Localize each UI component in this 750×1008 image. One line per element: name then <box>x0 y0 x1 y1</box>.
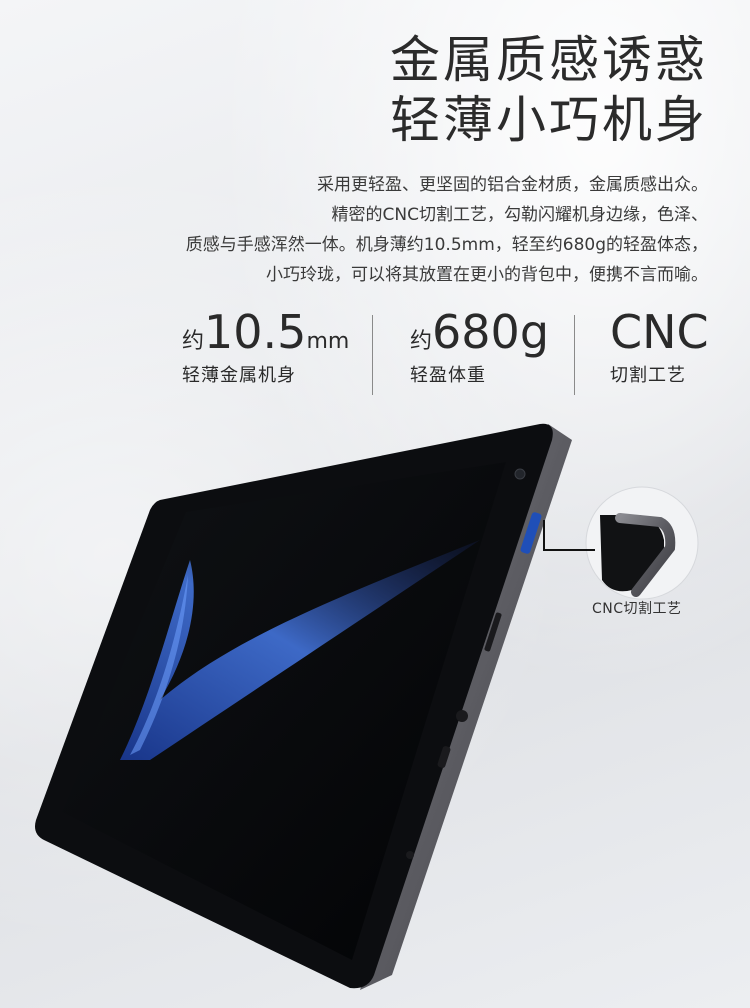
stat-divider <box>372 315 373 395</box>
callout-line <box>543 520 545 551</box>
stat-label: 切割工艺 <box>610 365 686 386</box>
audio-jack-icon <box>456 710 468 722</box>
product-feature-page: 金属质感诱惑 轻薄小巧机身 采用更轻盈、更坚固的铝合金材质，金属质感出众。 精密… <box>0 0 750 1008</box>
stat-thickness: 约10.5mm 轻薄金属机身 <box>182 305 372 395</box>
stat-weight: 约680g 轻盈体重 <box>410 305 580 395</box>
description-line-2: 精密的CNC切割工艺，勾勒闪耀机身边缘，色泽、 <box>331 205 708 225</box>
camera-icon <box>514 468 526 480</box>
stat-divider <box>574 315 575 395</box>
stat-value: CNC <box>610 305 709 359</box>
headline-line-2: 轻薄小巧机身 <box>390 91 708 149</box>
description-line-1: 采用更轻盈、更坚固的铝合金材质，金属质感出众。 <box>317 175 708 195</box>
stat-unit: mm <box>306 329 350 354</box>
power-port-icon <box>406 851 414 859</box>
description-line-3: 质感与手感浑然一体。机身薄约10.5mm，轻至约680g的轻盈体态， <box>185 235 708 255</box>
stat-value: 680g <box>432 305 550 359</box>
spec-stats: 约10.5mm 轻薄金属机身 约680g 轻盈体重 CNC 切割工艺 <box>170 305 710 395</box>
tablet-illustration <box>35 423 699 990</box>
description: 采用更轻盈、更坚固的铝合金材质，金属质感出众。 精密的CNC切割工艺，勾勒闪耀机… <box>58 170 708 290</box>
stat-prefix: 约 <box>410 329 433 354</box>
callout-label: CNC切割工艺 <box>592 601 682 617</box>
stat-label: 轻薄金属机身 <box>182 365 296 386</box>
stat-label: 轻盈体重 <box>410 365 486 386</box>
description-line-4: 小巧玲珑，可以将其放置在更小的背包中，便携不言而喻。 <box>266 265 708 285</box>
stat-prefix: 约 <box>182 329 205 354</box>
stat-cnc: CNC 切割工艺 <box>610 305 710 395</box>
headline: 金属质感诱惑 轻薄小巧机身 <box>390 30 708 150</box>
callout-line <box>543 549 595 551</box>
stat-value: 10.5 <box>204 305 307 359</box>
headline-line-1: 金属质感诱惑 <box>390 31 708 89</box>
